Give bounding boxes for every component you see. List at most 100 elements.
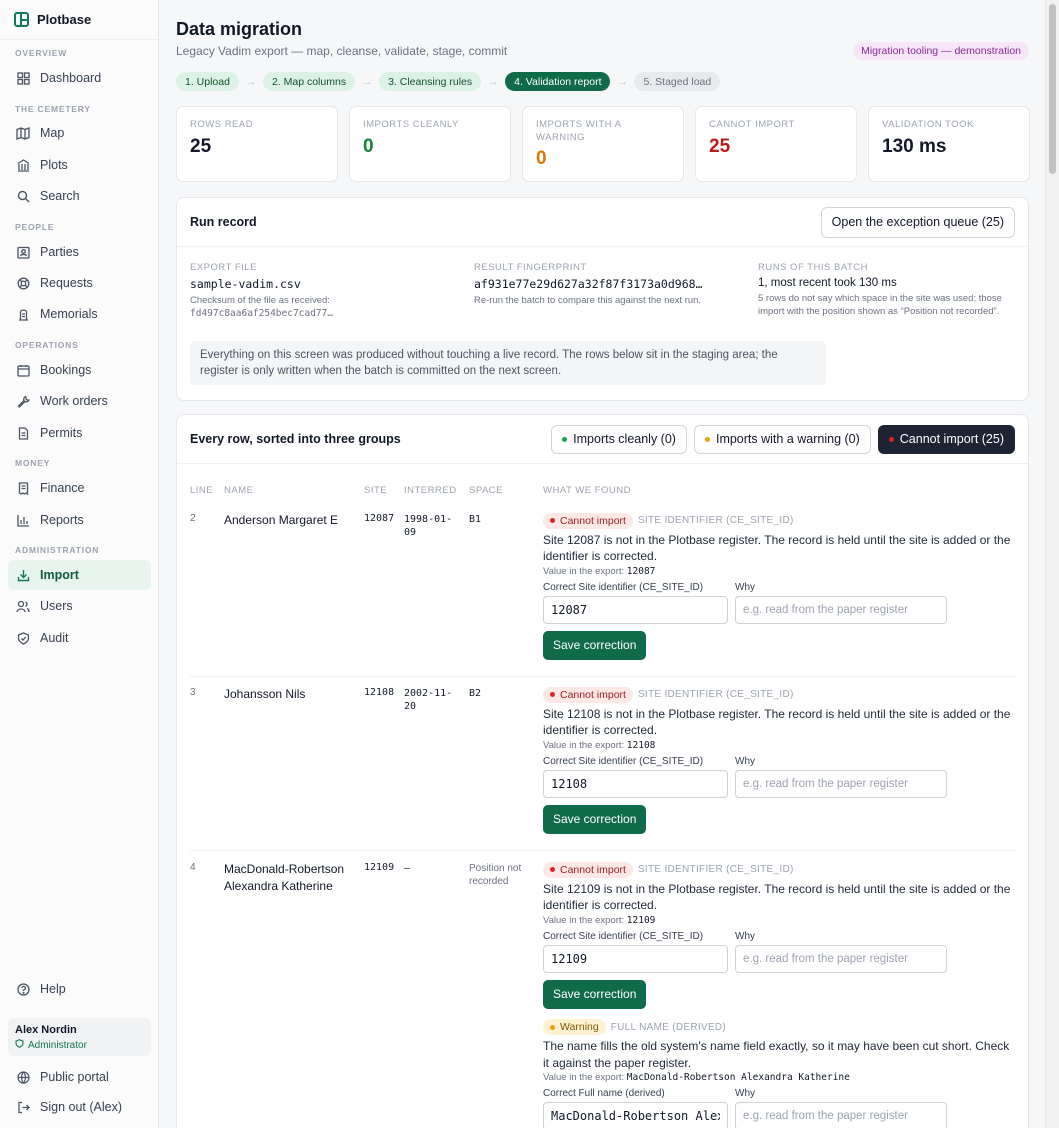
finding: Cannot import SITE IDENTIFIER (CE_SITE_ID…: [543, 685, 1017, 834]
sidebar-item-search[interactable]: Search: [8, 181, 151, 211]
export-checksum: fd497c8aa6af254bec7cad77…: [190, 308, 333, 319]
column-header-name: NAME: [224, 485, 254, 496]
save-correction-button[interactable]: Save correction: [543, 979, 647, 1009]
step-validation-report[interactable]: 4. Validation report: [505, 72, 611, 91]
sidebar-item-label: Import: [40, 568, 79, 582]
brand-name: Plotbase: [37, 12, 92, 27]
sidebar-item-label: Search: [40, 189, 80, 203]
stat-value: 25: [190, 136, 212, 157]
sidebar-item-audit[interactable]: Audit: [8, 623, 151, 653]
export-value: Value in the export: 12109: [543, 914, 656, 926]
stat-validation-took: VALIDATION TOOK 130 ms: [868, 106, 1030, 182]
sidebar-item-parties[interactable]: Parties: [8, 237, 151, 267]
step-upload[interactable]: 1. Upload: [176, 72, 239, 91]
sidebar-item-import[interactable]: Import: [8, 560, 151, 590]
stat-imports-with-warning: IMPORTS WITH A WARNING 0: [522, 106, 684, 182]
sidebar-item-bookings[interactable]: Bookings: [8, 355, 151, 385]
finding: Cannot import SITE IDENTIFIER (CE_SITE_ID…: [543, 860, 1017, 1128]
sidebar-item-public-portal[interactable]: Public portal: [8, 1062, 151, 1092]
rows-card-title: Every row, sorted into three groups: [190, 432, 401, 446]
sidebar-item-finance[interactable]: Finance: [8, 473, 151, 503]
stat-value: 130 ms: [882, 136, 947, 157]
sidebar-item-label: Plots: [40, 158, 68, 172]
arrow-right-icon: →: [361, 75, 373, 88]
sidebar-item-label: Map: [40, 126, 65, 140]
sidebar: Plotbase OVERVIEW Dashboard THE CEMETERY…: [0, 0, 159, 1128]
save-correction-button[interactable]: Save correction: [543, 630, 647, 660]
stat-rows-read: ROWS READ 25: [176, 106, 338, 182]
globe-icon: [16, 1070, 30, 1084]
cell-line: 4: [190, 862, 196, 873]
export-file-name: sample-vadim.csv: [190, 277, 301, 291]
finding-field: SITE IDENTIFIER (CE_SITE_ID): [637, 515, 794, 526]
step-cleansing-rules[interactable]: 3. Cleansing rules: [379, 72, 482, 91]
sidebar-item-label: Audit: [40, 631, 69, 645]
site-identifier-input[interactable]: [543, 769, 728, 798]
demo-badge: Migration tooling — demonstration: [853, 42, 1029, 60]
red-dot-icon: [550, 867, 555, 872]
full-name-input[interactable]: [543, 1102, 728, 1128]
open-exception-queue-button[interactable]: Open the exception queue (25): [820, 206, 1015, 238]
filter-imports-cleanly[interactable]: Imports cleanly (0): [551, 424, 687, 454]
red-dot-icon: [888, 436, 894, 442]
column-header-interred: INTERRED: [404, 485, 457, 496]
run-record-title: Run record: [190, 215, 257, 229]
sidebar-item-sign-out[interactable]: Sign out (Alex): [8, 1092, 151, 1122]
warning-badge: Warning: [543, 1019, 606, 1035]
site-identifier-input[interactable]: [543, 944, 728, 973]
why-input[interactable]: [735, 769, 947, 798]
filter-group: Imports cleanly (0) Imports with a warni…: [551, 424, 1015, 454]
why-input[interactable]: [735, 944, 947, 973]
stat-value: 0: [363, 136, 374, 157]
cell-name: Johansson Nils: [224, 687, 306, 701]
cell-space: B1: [469, 514, 482, 525]
filter-cannot-import[interactable]: Cannot import (25): [877, 424, 1015, 454]
sidebar-item-plots[interactable]: Plots: [8, 150, 151, 180]
sidebar-item-dashboard[interactable]: Dashboard: [8, 63, 151, 93]
column-header-what-we-found: WHAT WE FOUND: [543, 485, 631, 496]
correction-labels: Correct Site identifier (CE_SITE_ID) Why: [543, 930, 755, 942]
sidebar-item-requests[interactable]: Requests: [8, 268, 151, 298]
fingerprint-block: RESULT FINGERPRINT af931e77e29d627a32f87…: [474, 262, 739, 307]
export-value: Value in the export: MacDonald-Robertson…: [543, 1072, 850, 1083]
why-input[interactable]: [735, 595, 947, 624]
save-correction-button[interactable]: Save correction: [543, 804, 647, 834]
step-staged-load[interactable]: 5. Staged load: [634, 72, 721, 91]
sidebar-item-users[interactable]: Users: [8, 591, 151, 621]
sidebar-item-label: Dashboard: [40, 71, 102, 85]
cell-space: Position not recorded: [469, 863, 522, 887]
sidebar-item-map[interactable]: Map: [8, 118, 151, 148]
sidebar-item-label: Public portal: [40, 1070, 109, 1084]
cell-name: MacDonald-Robertson Alexandra Katherine: [224, 862, 345, 893]
finding-field: SITE IDENTIFIER (CE_SITE_ID): [637, 864, 794, 875]
sidebar-item-label: Bookings: [40, 363, 92, 377]
filter-imports-with-warning[interactable]: Imports with a warning (0): [693, 424, 871, 454]
step-map-columns[interactable]: 2. Map columns: [262, 72, 356, 91]
stat-value: 25: [709, 136, 731, 157]
stat-label: CANNOT IMPORT: [709, 119, 795, 130]
help-icon: [16, 982, 30, 996]
sidebar-item-work-orders[interactable]: Work orders: [8, 386, 151, 416]
export-file-block: EXPORT FILE sample-vadim.csv Checksum of…: [190, 262, 455, 320]
scrollbar-thumb[interactable]: [1049, 4, 1056, 174]
sidebar-item-reports[interactable]: Reports: [8, 505, 151, 535]
import-icon: [16, 568, 30, 582]
calendar-icon: [16, 363, 30, 377]
stat-cannot-import: CANNOT IMPORT 25: [695, 106, 857, 182]
sidebar-item-label: Requests: [40, 276, 93, 290]
sidebar-item-memorials[interactable]: Memorials: [8, 299, 151, 329]
rows-card-header: Every row, sorted into three groups Impo…: [177, 415, 1028, 463]
site-identifier-input[interactable]: [543, 595, 728, 624]
cell-line: 2: [190, 513, 196, 524]
cell-space: B2: [469, 688, 482, 699]
why-input[interactable]: [735, 1102, 947, 1128]
sidebar-item-permits[interactable]: Permits: [8, 418, 151, 448]
sidebar-item-help[interactable]: Help: [8, 974, 151, 1004]
page-scrollbar[interactable]: [1045, 0, 1059, 1128]
finding-text: Site 12108 is not in the Plotbase regist…: [543, 706, 1011, 738]
shield-check-icon: [15, 1039, 24, 1051]
finding-field: SITE IDENTIFIER (CE_SITE_ID): [637, 689, 794, 700]
nav-section-people: PEOPLE: [15, 222, 55, 232]
finding: Cannot import SITE IDENTIFIER (CE_SITE_ID…: [543, 511, 1017, 660]
brand[interactable]: Plotbase: [0, 0, 158, 40]
